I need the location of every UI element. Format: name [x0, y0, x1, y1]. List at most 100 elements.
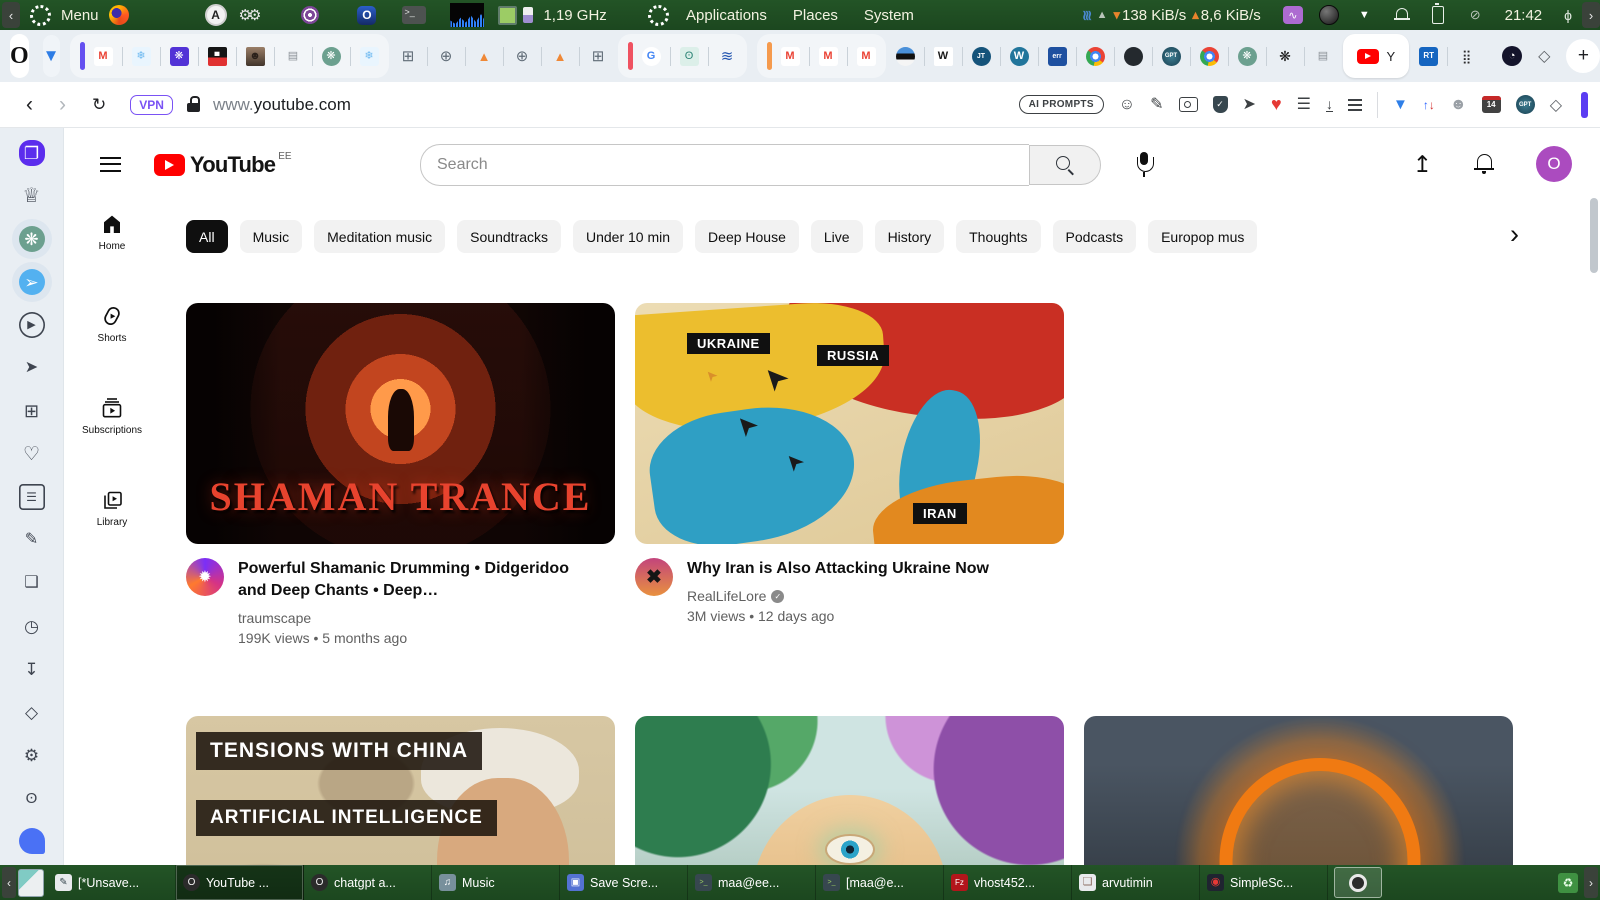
chip-soundtracks[interactable]: Soundtracks: [457, 220, 561, 253]
task-terminal-1[interactable]: >_ maa@ee...: [688, 865, 816, 900]
notifications-bell-icon[interactable]: [1393, 7, 1410, 23]
task-music-player[interactable]: ♫ Music: [432, 865, 560, 900]
v-extension-icon[interactable]: ▼: [1393, 96, 1408, 113]
twitter-panel-icon[interactable]: ➢: [18, 269, 45, 295]
gpt-extension-icon[interactable]: GPT: [1515, 95, 1535, 114]
gmail-tab-icon-3[interactable]: M: [808, 46, 838, 66]
chip-live[interactable]: Live: [810, 220, 863, 253]
lightbulb-tab-icon[interactable]: ʘ: [669, 46, 699, 66]
globe-tab-icon-2[interactable]: ⊕: [502, 46, 532, 66]
news-icon[interactable]: ☰: [19, 484, 45, 510]
v-pinned-icon[interactable]: ▼: [42, 35, 60, 77]
chip-deep-house[interactable]: Deep House: [695, 220, 799, 253]
task-save-screenshot[interactable]: ▣ Save Scre...: [560, 865, 688, 900]
devices-icon[interactable]: ❑: [19, 570, 45, 596]
person-photo-tab-icon[interactable]: ☻: [235, 46, 265, 66]
channel-name[interactable]: traumscape: [238, 610, 598, 626]
chrome-tab-icon[interactable]: [1075, 46, 1105, 66]
pinboard-icon[interactable]: ✎: [19, 527, 45, 553]
cpu-frequency[interactable]: 1,19 GHz: [543, 7, 606, 24]
book-tab-icon-2[interactable]: ▤: [1303, 46, 1333, 66]
tips-bulb-icon[interactable]: ʘ: [19, 785, 45, 811]
task-screen-recorder[interactable]: ◉ SimpleSc...: [1200, 865, 1328, 900]
sidebar-panel-toggle[interactable]: [1581, 91, 1588, 118]
channel-avatar[interactable]: ✹: [186, 558, 224, 596]
taskbar-collapse-left-button[interactable]: ‹: [2, 867, 16, 898]
cpu-history-graph[interactable]: [450, 3, 485, 27]
lock-icon[interactable]: [186, 96, 201, 113]
taskbar-collapse-right-button[interactable]: ›: [1584, 867, 1598, 898]
speedtest-tab-icon[interactable]: ◔: [1502, 46, 1523, 66]
applications-menu[interactable]: Applications: [677, 7, 776, 24]
opera-launcher-icon[interactable]: O: [357, 5, 377, 25]
fox-tab-icon[interactable]: ▲: [464, 46, 494, 66]
wordpress-tab-icon[interactable]: W: [999, 46, 1029, 66]
settings-gear-icon[interactable]: ⚙: [19, 742, 45, 768]
waves-tab-icon[interactable]: ≋: [707, 46, 737, 66]
tab-grid-icon[interactable]: ⊞: [19, 398, 45, 424]
chat-bubble-icon[interactable]: [18, 828, 45, 854]
flow-send-icon[interactable]: ➤: [1243, 96, 1256, 113]
search-input[interactable]: [420, 144, 1029, 186]
task-text-editor[interactable]: ✎ [*Unsave...: [48, 865, 176, 900]
chips-scroll-right-button[interactable]: ›: [1504, 218, 1525, 251]
opera-menu-button[interactable]: O: [10, 34, 29, 78]
upload-icon[interactable]: ↥: [1413, 152, 1432, 176]
wifi-icon[interactable]: ▲: [1097, 9, 1108, 21]
guide-hamburger-icon[interactable]: [100, 156, 121, 172]
video-thumbnail-tensions-china[interactable]: TENSIONS WITH CHINA ARTIFICIAL INTELLIGE…: [186, 716, 615, 865]
grid-tab-icon-2[interactable]: ⊞: [578, 46, 608, 66]
cube-tab-icon[interactable]: ◇: [1538, 46, 1550, 66]
panel-collapse-left-button[interactable]: ‹: [2, 2, 20, 28]
guide-item-subscriptions[interactable]: Subscriptions: [82, 396, 142, 436]
google-tab-icon[interactable]: G: [641, 46, 661, 66]
ai-prompts-button[interactable]: AI PROMPTS: [1018, 95, 1104, 114]
chatgpt-green-tab-icon[interactable]: ❋: [311, 46, 341, 66]
adblock-shield-icon[interactable]: ✓: [1212, 96, 1228, 113]
audio-applet-icon[interactable]: ∿: [1282, 6, 1303, 24]
guide-item-home[interactable]: Home: [99, 212, 125, 252]
task-file-manager[interactable]: ❏ arvutimin: [1072, 865, 1200, 900]
video-title[interactable]: Powerful Shamanic Drumming • Didgeridoo …: [238, 558, 598, 602]
muted-speaker-icon[interactable]: ⊘: [1470, 7, 1481, 23]
trash-applet-icon[interactable]: ♻: [1558, 872, 1578, 893]
back-button[interactable]: ‹: [26, 93, 33, 117]
settings-gears-icon[interactable]: ⚙⚙: [239, 6, 262, 24]
show-desktop-button[interactable]: [18, 868, 44, 897]
openai-black-tab-icon[interactable]: ❋: [1265, 46, 1295, 66]
vip-crown-icon[interactable]: ♕: [19, 183, 45, 209]
player-icon[interactable]: ▶: [19, 312, 45, 338]
tune-sliders-icon[interactable]: [1347, 98, 1362, 111]
estonia-flag-tab-icon[interactable]: [895, 46, 915, 66]
video-card-1[interactable]: SHAMAN TRANCE ✹ Powerful Shamanic Drummi…: [186, 303, 615, 646]
search-tool-icon[interactable]: A: [204, 4, 227, 26]
notifications-icon[interactable]: [1474, 153, 1494, 175]
chip-podcasts[interactable]: Podcasts: [1052, 220, 1137, 253]
guide-item-shorts[interactable]: Shorts: [98, 304, 126, 344]
calendar-extension-icon[interactable]: 14: [1481, 96, 1501, 113]
cube-extension-icon[interactable]: ◇: [1550, 95, 1562, 115]
task-opera-chatgpt[interactable]: O chatgpt a...: [304, 865, 432, 900]
video-card-2[interactable]: ➤ ➤ ➤ ➤ UKRAINE RUSSIA IRAN ✖ Why Iran i…: [635, 303, 1064, 646]
updown-arrows-extension-icon[interactable]: ↑↓: [1423, 96, 1435, 114]
chip-meditation-music[interactable]: Meditation music: [314, 220, 446, 253]
video-card-3[interactable]: TENSIONS WITH CHINA ARTIFICIAL INTELLIGE…: [186, 716, 615, 865]
panel-collapse-right-button[interactable]: ›: [1582, 2, 1600, 28]
snowflake-tab-icon-2[interactable]: ❄: [349, 46, 379, 66]
video-thumbnail-fire-ring[interactable]: [1084, 716, 1513, 865]
github-tab-icon[interactable]: [1113, 46, 1143, 66]
gmail-tab-icon-2[interactable]: M: [780, 46, 800, 66]
indicator-dropdown-icon[interactable]: ▼: [1359, 9, 1370, 21]
firefox-launcher-icon[interactable]: [108, 5, 129, 25]
account-avatar[interactable]: O: [1536, 146, 1572, 182]
reading-list-icon[interactable]: ❐: [18, 140, 45, 166]
task-terminal-2[interactable]: >_ [maa@e...: [816, 865, 944, 900]
fox-tab-icon-2[interactable]: ▲: [540, 46, 570, 66]
opera-taskbar-launcher[interactable]: [1334, 867, 1382, 898]
chip-thoughts[interactable]: Thoughts: [956, 220, 1041, 253]
volume-knob-icon[interactable]: [1318, 5, 1339, 25]
places-menu[interactable]: Places: [784, 7, 847, 24]
rt-tab-icon[interactable]: RT: [1419, 46, 1439, 66]
chip-history[interactable]: History: [874, 220, 945, 253]
grid-tab-icon[interactable]: ⊞: [399, 47, 418, 66]
